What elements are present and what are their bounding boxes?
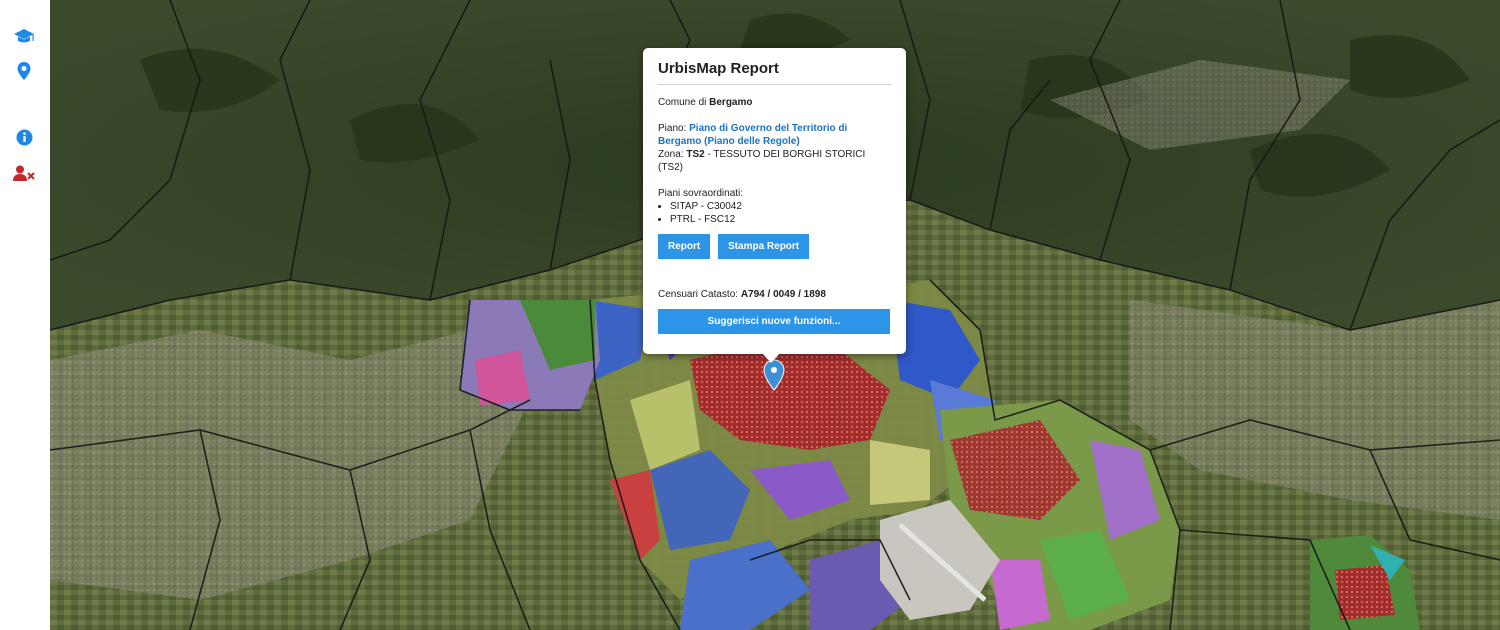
- popup-actions: Report Stampa Report: [658, 234, 891, 259]
- comune-row: Comune di Bergamo: [658, 96, 891, 109]
- map-marker-icon[interactable]: [12, 59, 36, 83]
- pgt-zone-se: [1335, 565, 1395, 620]
- sidebar: [0, 0, 50, 630]
- zona-row: Zona: TS2 - TESSUTO DEI BORGHI STORICI (…: [658, 148, 891, 174]
- stampa-report-button[interactable]: Stampa Report: [718, 234, 810, 259]
- pgt-zone: [870, 440, 930, 505]
- list-item: SITAP - C30042: [670, 200, 891, 213]
- report-popup: UrbisMap Report Comune di Bergamo Piano:…: [643, 48, 906, 354]
- graduation-cap-icon[interactable]: [12, 25, 36, 49]
- pgt-zone-east: [990, 560, 1050, 630]
- piano-link[interactable]: Piano di Governo del Territorio di Berga…: [658, 123, 847, 147]
- piano-row: Piano: Piano di Governo del Territorio d…: [658, 122, 891, 148]
- sovraordinati-list: SITAP - C30042 PTRL - FSC12: [658, 200, 891, 226]
- sovraordinati-label: Piani sovraordinati:: [658, 188, 744, 199]
- catasto-row: Censuari Catasto: A794 / 0049 / 1898: [658, 288, 826, 301]
- info-circle-icon[interactable]: [12, 125, 36, 149]
- zona-label: Zona:: [658, 149, 684, 160]
- list-item: PTRL - FSC12: [670, 213, 891, 226]
- suggest-features-button[interactable]: Suggerisci nuove funzioni...: [658, 309, 890, 334]
- popup-title: UrbisMap Report: [658, 60, 891, 85]
- report-button[interactable]: Report: [658, 234, 711, 259]
- comune-prefix: Comune di: [658, 97, 707, 108]
- zona-code: TS2: [686, 149, 705, 160]
- comune-name: Bergamo: [709, 97, 753, 108]
- piano-label: Piano:: [658, 123, 687, 134]
- popup-tip: [762, 353, 780, 363]
- user-remove-icon[interactable]: [12, 161, 36, 185]
- catasto-value: A794 / 0049 / 1898: [740, 289, 826, 300]
- catasto-label: Censuari Catasto:: [658, 289, 739, 300]
